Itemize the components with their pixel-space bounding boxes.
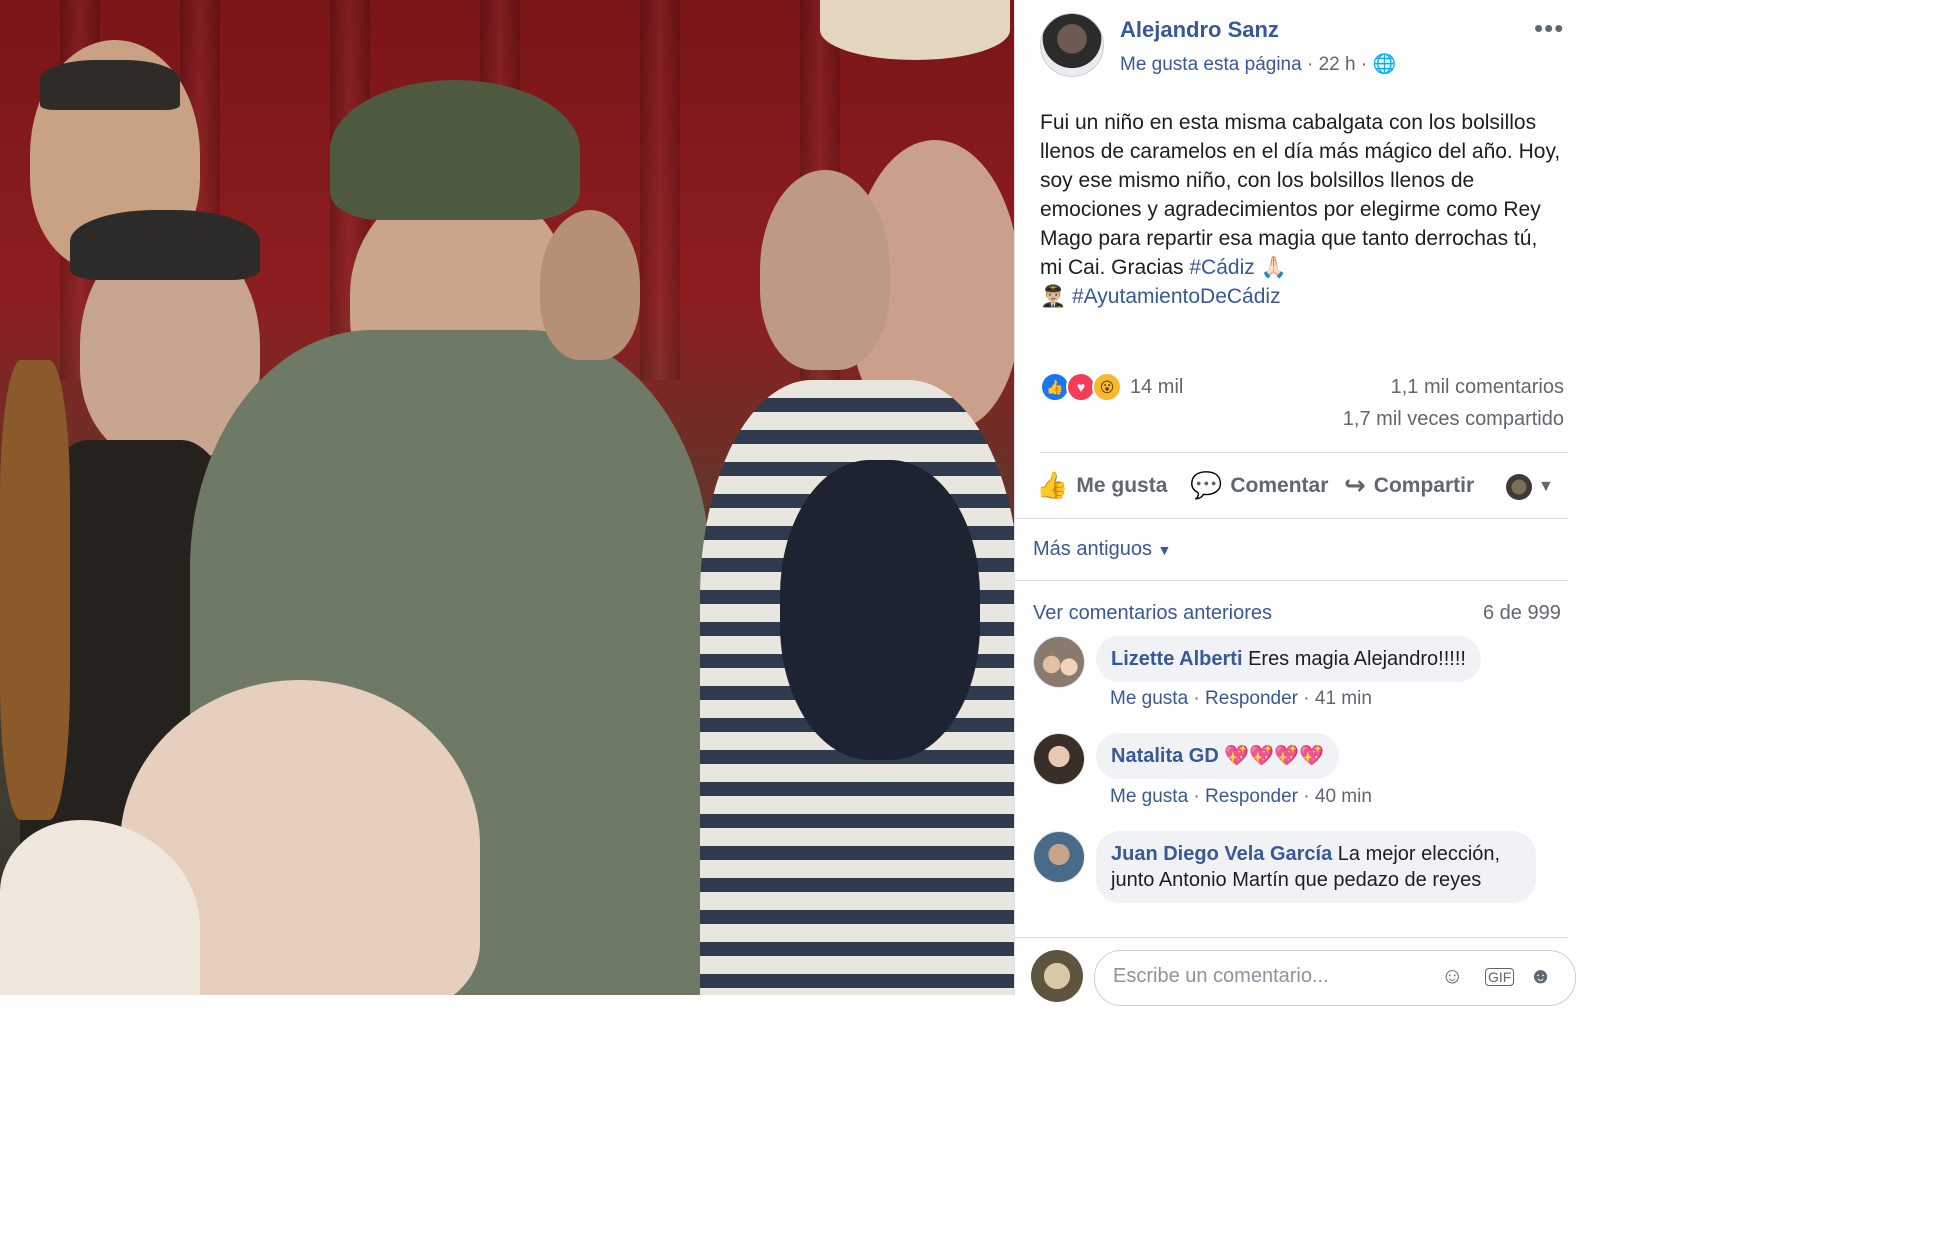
divider	[1040, 452, 1568, 453]
hat-in-hand	[780, 460, 980, 760]
cap	[70, 210, 260, 280]
share-arrow-icon: ↪	[1344, 470, 1366, 500]
guitar	[0, 360, 70, 820]
comment-input[interactable]: Escribe un comentario... ☺ GIF ☻	[1094, 950, 1576, 1006]
comment-bubble: Natalita GD 💖💖💖💖	[1096, 733, 1339, 779]
person-back-right	[760, 170, 890, 370]
commenter-name[interactable]: Juan Diego Vela García	[1111, 843, 1332, 865]
comment-like-link[interactable]: Me gusta	[1110, 688, 1188, 709]
hashtag-ayuntamiento[interactable]: #AyutamientoDeCádiz	[1072, 285, 1281, 308]
divider	[1014, 518, 1568, 519]
cap	[330, 80, 580, 220]
reactions-count[interactable]: 14 mil	[1130, 376, 1183, 399]
post-meta: Me gusta esta página · 22 h · 🌐	[1120, 52, 1396, 76]
hand-top-right	[820, 0, 1010, 60]
share-label: Compartir	[1373, 473, 1475, 497]
comment-button[interactable]: 💬 Comentar	[1190, 470, 1328, 501]
comment-bubble: Juan Diego Vela García La mejor elección…	[1096, 831, 1536, 903]
comment-like-link[interactable]: Me gusta	[1110, 786, 1188, 807]
shares-count[interactable]: 1,7 mil veces compartido	[1343, 408, 1564, 431]
divider	[1014, 580, 1568, 581]
user-avatar[interactable]	[1031, 950, 1083, 1002]
comment-count-indicator: 6 de 999	[1483, 602, 1561, 624]
like-button[interactable]: 👍 Me gusta	[1036, 470, 1167, 501]
hashtag-cadiz[interactable]: #Cádiz	[1189, 256, 1254, 279]
globe-icon: 🌐	[1372, 54, 1397, 75]
commenter-avatar[interactable]	[1033, 733, 1085, 785]
wow-reaction-icon: 😮	[1092, 372, 1122, 402]
post-text: Fui un niño en esta misma cabalgata con …	[1040, 108, 1565, 311]
divider	[1014, 937, 1568, 938]
sort-label: Más antiguos	[1033, 538, 1152, 560]
author-avatar[interactable]	[1040, 13, 1104, 77]
thumbs-up-icon: 👍	[1036, 470, 1069, 500]
emoji: 🙏🏻	[1260, 256, 1287, 279]
reactions-summary[interactable]: 👍 ♥ 😮 14 mil	[1040, 372, 1183, 402]
gif-icon[interactable]: GIF	[1485, 968, 1515, 986]
chevron-down-icon[interactable]: ▼	[1538, 478, 1554, 496]
person-back-center	[540, 210, 640, 360]
commenter-avatar[interactable]	[1033, 636, 1085, 688]
comment-actions: Me gusta · Responder · 40 min	[1110, 786, 1372, 807]
comment-reply-link[interactable]: Responder	[1205, 786, 1298, 807]
share-button[interactable]: ↪ Compartir	[1344, 470, 1474, 501]
comment-time[interactable]: 40 min	[1315, 786, 1372, 807]
post-time[interactable]: 22 h	[1319, 54, 1356, 75]
post-photo[interactable]	[0, 0, 1014, 995]
like-page-link[interactable]: Me gusta esta página	[1120, 54, 1302, 75]
comment-text: 💖💖💖💖	[1224, 745, 1324, 767]
comments-count[interactable]: 1,1 mil comentarios	[1391, 376, 1564, 399]
comment-bubble: Lizette Alberti Eres magia Alejandro!!!!…	[1096, 636, 1481, 682]
caret-down-icon: ▼	[1157, 542, 1172, 558]
comment-label: Comentar	[1230, 473, 1329, 497]
emoji-icon[interactable]: ☺	[1441, 963, 1463, 989]
emoji: 👨🏼‍✈️	[1040, 285, 1067, 308]
post-body: Fui un niño en esta misma cabalgata con …	[1040, 111, 1561, 279]
meta-separator: ·	[1360, 54, 1373, 75]
comment-actions: Me gusta · Responder · 41 min	[1110, 688, 1372, 709]
meta-separator: ·	[1306, 54, 1319, 75]
page-avatar-selector[interactable]	[1506, 474, 1532, 500]
comment-reply-link[interactable]: Responder	[1205, 688, 1298, 709]
like-label: Me gusta	[1076, 473, 1168, 497]
comment-input-placeholder: Escribe un comentario...	[1113, 965, 1329, 987]
more-options-icon[interactable]: •••	[1534, 13, 1564, 44]
speech-bubble-icon: 💬	[1190, 470, 1223, 500]
curtain-fold	[640, 0, 680, 380]
author-name[interactable]: Alejandro Sanz	[1120, 17, 1279, 43]
comment-text: Eres magia Alejandro!!!!!	[1248, 648, 1466, 670]
commenter-avatar[interactable]	[1033, 831, 1085, 883]
sticker-icon[interactable]: ☻	[1529, 963, 1552, 989]
commenter-name[interactable]: Natalita GD	[1111, 745, 1219, 767]
cap	[40, 60, 180, 110]
comment-sort-dropdown[interactable]: Más antiguos ▼	[1033, 538, 1171, 561]
commenter-name[interactable]: Lizette Alberti	[1111, 648, 1243, 670]
comment-time[interactable]: 41 min	[1315, 688, 1372, 709]
view-previous-comments[interactable]: Ver comentarios anteriores	[1033, 602, 1272, 625]
